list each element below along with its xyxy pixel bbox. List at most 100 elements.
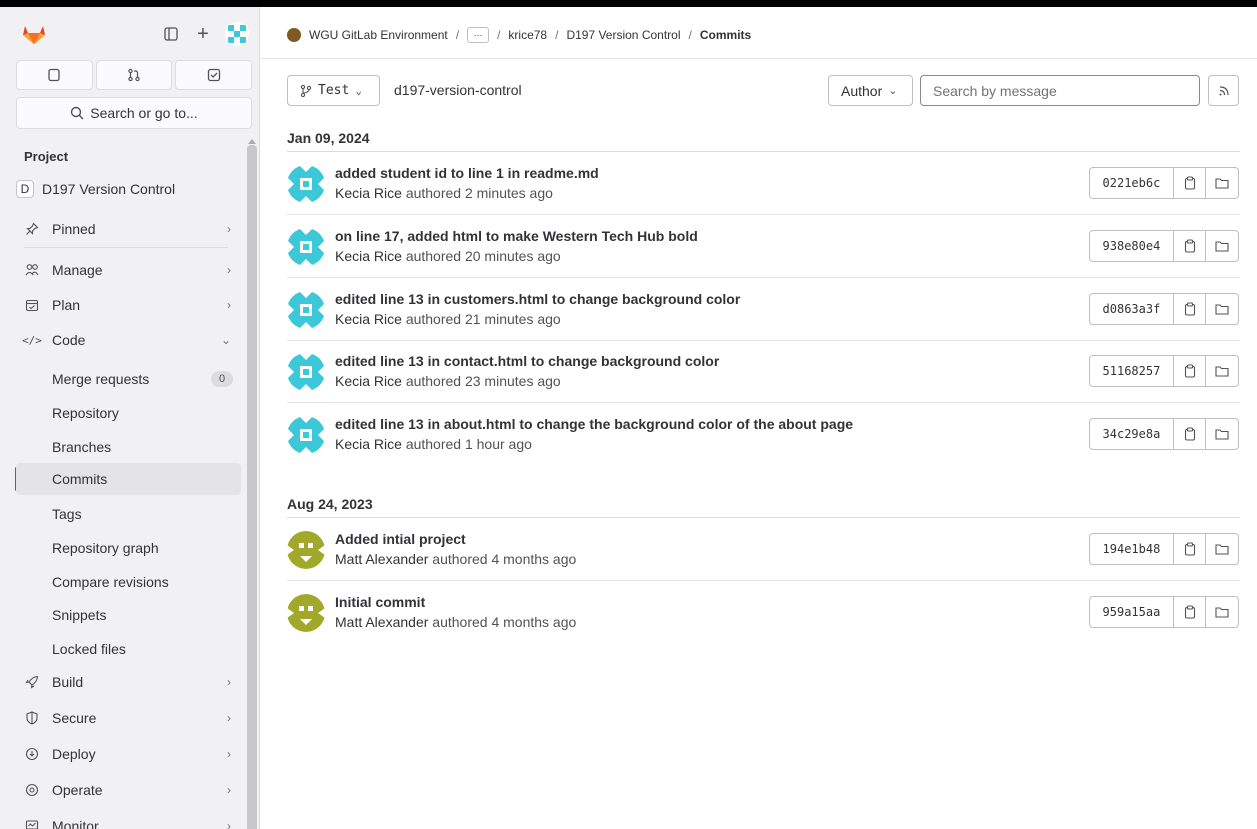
sidebar-header: + [0,7,259,60]
commit-title[interactable]: edited line 13 in contact.html to change… [335,353,719,369]
author-avatar[interactable] [287,165,325,203]
breadcrumb-item-group[interactable]: WGU GitLab Environment [309,28,448,42]
sidebar-item-code[interactable]: </> Code ⌄ [16,325,241,355]
breadcrumb-item-user[interactable]: krice78 [508,28,547,42]
sidebar-subitem-tags[interactable]: Tags [16,498,241,530]
commit-actions: 959a15aa [1089,596,1239,628]
commit-title[interactable]: on line 17, added html to make Western T… [335,228,698,244]
issues-button[interactable] [16,60,93,90]
branch-selector-dropdown[interactable]: Test ⌄ [287,75,380,106]
breadcrumb-current[interactable]: Commits [700,28,751,42]
author-avatar[interactable] [287,228,325,266]
sidebar-item-secure[interactable]: Secure › [16,703,241,733]
copy-sha-button[interactable] [1174,231,1206,261]
sidebar-subitem-branches[interactable]: Branches [16,431,241,463]
commit-sha-button[interactable]: 0221eb6c [1090,168,1174,198]
commit-row: edited line 13 in about.html to change t… [287,403,1240,466]
commit-sha-button[interactable]: d0863a3f [1090,294,1174,324]
sidebar-subitem-repository[interactable]: Repository [16,397,241,429]
copy-sha-button[interactable] [1174,534,1206,564]
commit-time: authored 21 minutes ago [405,311,561,327]
sidebar-item-monitor[interactable]: Monitor › [16,811,241,829]
commit-author[interactable]: Kecia Rice [335,436,402,452]
gitlab-logo-icon[interactable] [22,23,46,45]
todos-button[interactable] [175,60,253,90]
browse-files-button[interactable] [1205,534,1238,564]
author-avatar[interactable] [287,353,325,391]
author-filter-dropdown[interactable]: Author ⌄ [828,75,913,106]
rss-icon [1219,85,1229,95]
author-avatar[interactable] [287,594,325,632]
scroll-up-arrow-icon[interactable] [248,139,256,144]
sidebar-subitem-repository-graph[interactable]: Repository graph [16,532,241,564]
breadcrumb-item-project[interactable]: D197 Version Control [566,28,680,42]
commit-title[interactable]: edited line 13 in about.html to change t… [335,416,853,432]
commit-sha-button[interactable]: 51168257 [1090,356,1174,386]
commit-sha-button[interactable]: 34c29e8a [1090,419,1174,449]
sidebar-subitem-compare-revisions[interactable]: Compare revisions [16,566,241,598]
author-filter-label: Author [841,82,883,99]
sidebar-item-manage[interactable]: Manage › [16,255,241,285]
commit-author[interactable]: Kecia Rice [335,311,402,327]
user-avatar[interactable] [225,22,249,46]
monitor-icon [24,818,40,829]
commit-title[interactable]: Initial commit [335,594,425,610]
sidebar-scrollbar[interactable] [247,145,257,829]
search-or-go-button[interactable]: Search or go to... [16,97,252,129]
copy-sha-button[interactable] [1174,356,1206,386]
commit-sha-button[interactable]: 194e1b48 [1090,534,1174,564]
sidebar-subitem-snippets[interactable]: Snippets [16,599,241,631]
browse-files-button[interactable] [1205,231,1238,261]
sidebar-item-operate[interactable]: Operate › [16,775,241,805]
commit-author[interactable]: Matt Alexander [335,551,428,567]
commit-title[interactable]: added student id to line 1 in readme.md [335,165,599,181]
copy-sha-button[interactable] [1174,597,1206,627]
sidebar-item-pinned[interactable]: Pinned › [16,214,241,244]
commit-meta: Kecia Rice authored 21 minutes ago [335,311,561,327]
commit-title[interactable]: edited line 13 in customers.html to chan… [335,291,740,307]
browse-files-button[interactable] [1205,168,1238,198]
browse-files-button[interactable] [1205,294,1238,324]
author-avatar[interactable] [287,531,325,569]
commit-time: authored 4 months ago [432,551,577,567]
commit-author[interactable]: Kecia Rice [335,373,402,389]
browse-files-button[interactable] [1205,419,1238,449]
chevron-right-icon: › [227,675,231,689]
subitem-label: Merge requests [52,371,150,387]
commit-author[interactable]: Kecia Rice [335,248,402,264]
sidebar-subitem-locked-files[interactable]: Locked files [16,633,241,665]
rss-feed-button[interactable] [1208,75,1239,106]
copy-sha-button[interactable] [1174,168,1206,198]
sidebar-subitem-commits[interactable]: Commits [16,463,241,495]
toggle-sidebar-icon[interactable] [160,23,182,45]
rocket-icon [24,674,40,690]
copy-sha-button[interactable] [1174,419,1206,449]
subitem-label: Repository graph [52,540,159,556]
merge-requests-button[interactable] [95,60,173,90]
subitem-label: Locked files [52,641,126,657]
deploy-icon [24,746,40,762]
project-link[interactable]: D D197 Version Control [16,177,244,201]
commit-sha-button[interactable]: 959a15aa [1090,597,1174,627]
sidebar-item-deploy[interactable]: Deploy › [16,739,241,769]
todo-check-icon [207,68,220,82]
commit-author[interactable]: Matt Alexander [335,614,428,630]
chevron-right-icon: › [227,298,231,312]
repository-path: d197-version-control [394,82,522,98]
sidebar-item-plan[interactable]: Plan › [16,290,241,320]
search-by-message-input[interactable] [920,75,1200,106]
plus-icon[interactable]: + [192,23,214,45]
author-avatar[interactable] [287,291,325,329]
breadcrumb-more-button[interactable]: ··· [467,27,490,43]
commit-title[interactable]: Added intial project [335,531,466,547]
sidebar-item-build[interactable]: Build › [16,667,241,697]
commit-sha-button[interactable]: 938e80e4 [1090,231,1174,261]
copy-sha-button[interactable] [1174,294,1206,324]
copy-icon [1184,427,1195,441]
browse-files-button[interactable] [1205,597,1238,627]
sidebar-subitem-merge-requests[interactable]: Merge requests 0 [16,363,241,395]
copy-icon [1184,542,1195,556]
commit-author[interactable]: Kecia Rice [335,185,402,201]
browse-files-button[interactable] [1205,356,1238,386]
author-avatar[interactable] [287,416,325,454]
